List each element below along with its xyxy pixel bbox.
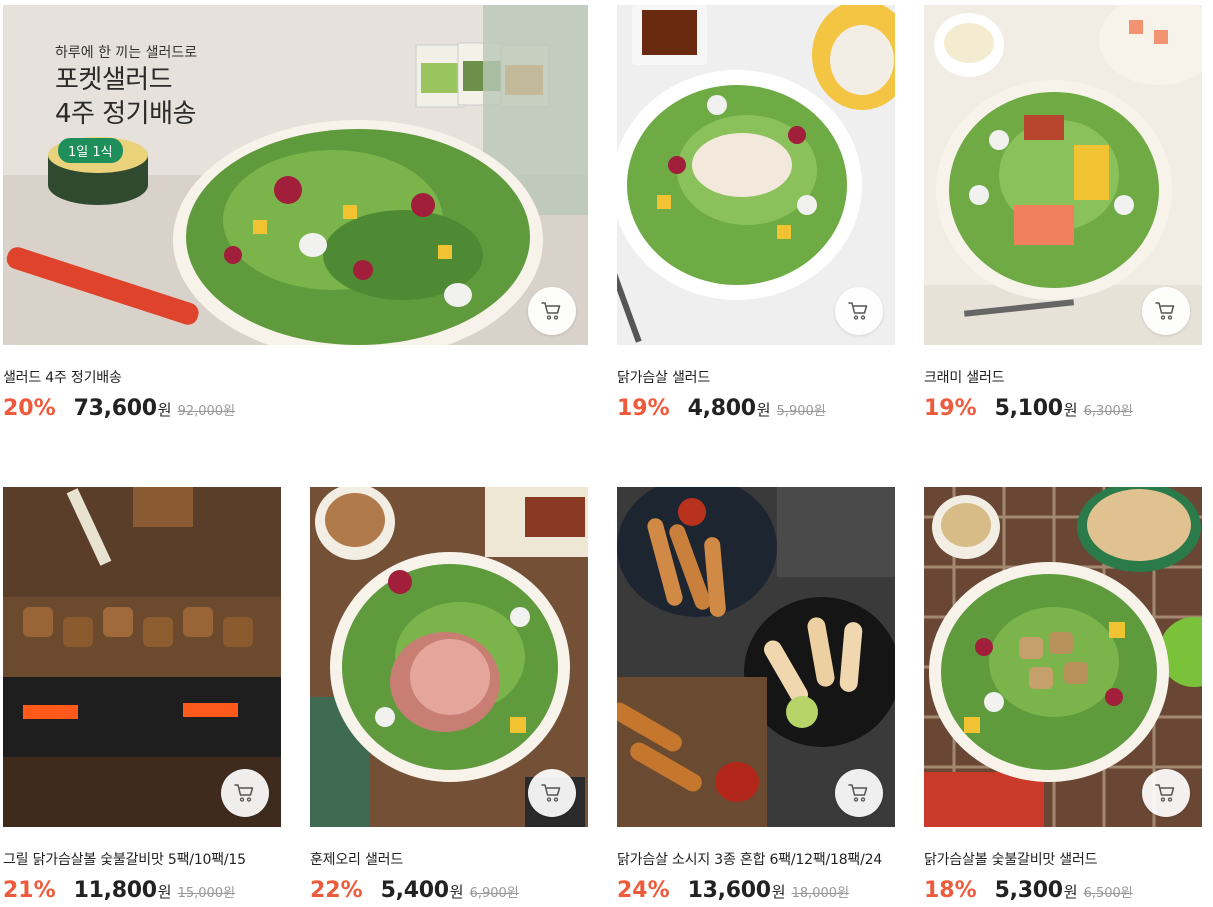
- price-row: 19% 5,100 원 6,300원: [924, 396, 1133, 421]
- sale-price: 4,800: [687, 396, 756, 421]
- product-title[interactable]: 닭가슴살 소시지 3종 혼합 6팩/12팩/18팩/24: [617, 849, 895, 869]
- currency-unit: 원: [1063, 883, 1078, 901]
- original-price: 92,000원: [177, 404, 236, 419]
- product-image-chicken-salad[interactable]: [617, 5, 895, 345]
- discount-rate: 24%: [617, 878, 670, 903]
- product-image-chicken-sausage[interactable]: [617, 487, 895, 827]
- sale-price: 13,600: [687, 878, 771, 903]
- product-title[interactable]: 닭가슴살 샐러드: [617, 367, 895, 387]
- discount-rate: 20%: [3, 396, 56, 421]
- add-to-cart-button[interactable]: [1142, 769, 1190, 817]
- discount-rate: 18%: [924, 878, 977, 903]
- currency-unit: 원: [157, 883, 172, 901]
- price-row: 21% 11,800 원 15,000원: [3, 878, 235, 903]
- discount-rate: 22%: [310, 878, 363, 903]
- product-image-chicken-ball-salad[interactable]: [924, 487, 1202, 827]
- add-to-cart-button[interactable]: [221, 769, 269, 817]
- add-to-cart-button[interactable]: [528, 287, 576, 335]
- banner-title-line1: 포켓샐러드: [55, 65, 173, 95]
- original-price: 18,000원: [791, 886, 850, 901]
- cart-icon: [1154, 781, 1178, 805]
- product-title[interactable]: 훈제오리 샐러드: [310, 849, 588, 869]
- cart-icon: [540, 299, 564, 323]
- original-price: 15,000원: [177, 886, 236, 901]
- product-title[interactable]: 샐러드 4주 정기배송: [3, 367, 293, 387]
- add-to-cart-button[interactable]: [835, 769, 883, 817]
- original-price: 5,900원: [776, 404, 826, 419]
- product-image-subscription[interactable]: 하루에 한 끼는 샐러드로 포켓샐러드 4주 정기배송 1일 1식: [3, 5, 588, 345]
- price-row: 19% 4,800 원 5,900원: [617, 396, 826, 421]
- cart-icon: [1154, 299, 1178, 323]
- cart-icon: [847, 299, 871, 323]
- product-title[interactable]: 닭가슴살볼 숯불갈비맛 샐러드: [924, 849, 1202, 869]
- cart-icon: [847, 781, 871, 805]
- currency-unit: 원: [756, 401, 771, 419]
- product-image-grilled-chicken-ball[interactable]: [3, 487, 281, 827]
- cart-icon: [540, 781, 564, 805]
- sale-price: 11,800: [73, 878, 157, 903]
- currency-unit: 원: [449, 883, 464, 901]
- original-price: 6,900원: [469, 886, 519, 901]
- product-image-smoked-duck-salad[interactable]: [310, 487, 588, 827]
- product-title[interactable]: 크래미 샐러드: [924, 367, 1202, 387]
- original-price: 6,500원: [1083, 886, 1133, 901]
- price-row: 24% 13,600 원 18,000원: [617, 878, 849, 903]
- product-title[interactable]: 그릴 닭가슴살볼 숯불갈비맛 5팩/10팩/15: [3, 849, 281, 869]
- add-to-cart-button[interactable]: [835, 287, 883, 335]
- sale-price: 5,300: [994, 878, 1063, 903]
- banner-badge: 1일 1식: [58, 138, 123, 163]
- currency-unit: 원: [157, 401, 172, 419]
- banner-subtitle: 하루에 한 끼는 샐러드로: [55, 45, 198, 61]
- original-price: 6,300원: [1083, 404, 1133, 419]
- price-row: 20% 73,600 원 92,000원: [3, 396, 235, 421]
- price-row: 18% 5,300 원 6,500원: [924, 878, 1133, 903]
- currency-unit: 원: [771, 883, 786, 901]
- sale-price: 5,400: [380, 878, 449, 903]
- sale-price: 73,600: [73, 396, 157, 421]
- banner-title: 포켓샐러드 4주 정기배송: [55, 63, 196, 131]
- discount-rate: 19%: [617, 396, 670, 421]
- cart-icon: [233, 781, 257, 805]
- add-to-cart-button[interactable]: [528, 769, 576, 817]
- sale-price: 5,100: [994, 396, 1063, 421]
- currency-unit: 원: [1063, 401, 1078, 419]
- discount-rate: 19%: [924, 396, 977, 421]
- discount-rate: 21%: [3, 878, 56, 903]
- price-row: 22% 5,400 원 6,900원: [310, 878, 519, 903]
- banner-title-line2: 4주 정기배송: [55, 99, 196, 129]
- product-image-crab-salad[interactable]: [924, 5, 1202, 345]
- add-to-cart-button[interactable]: [1142, 287, 1190, 335]
